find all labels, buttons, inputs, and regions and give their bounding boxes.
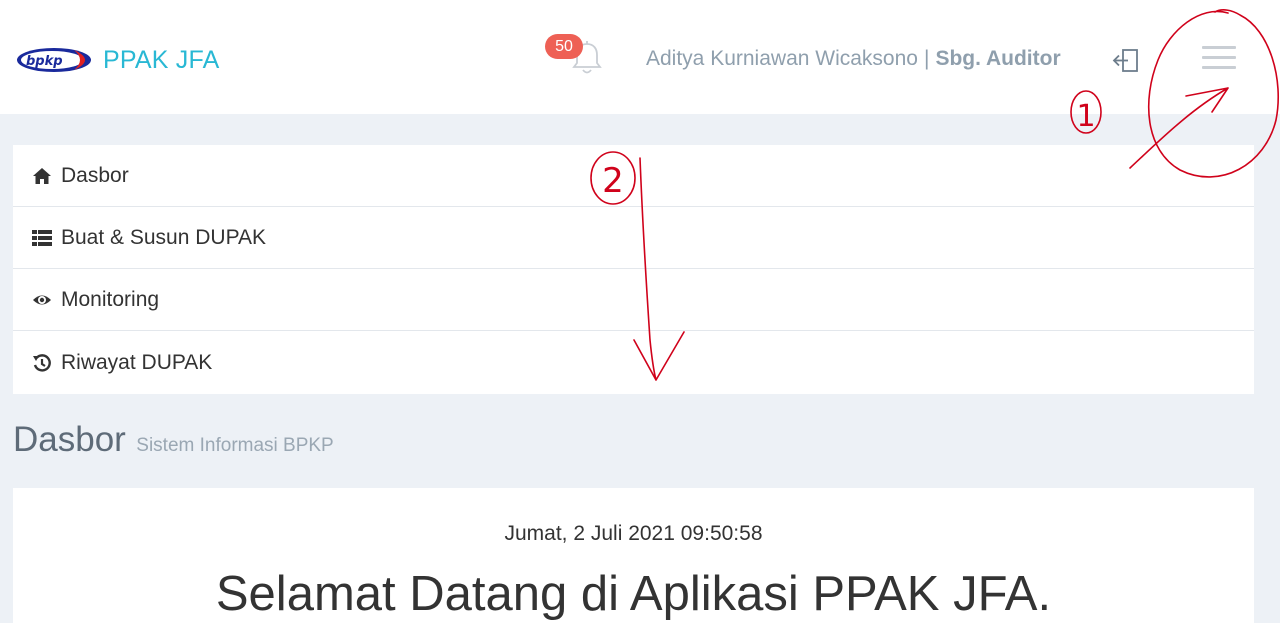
hamburger-bar: [1202, 66, 1236, 69]
logout-icon[interactable]: [1112, 48, 1140, 74]
brand[interactable]: bpkp PPAK JFA: [16, 40, 219, 80]
page-subtitle: Sistem Informasi BPKP: [136, 435, 334, 456]
app-name: PPAK JFA: [103, 45, 220, 74]
list-icon: [32, 229, 52, 246]
menu-item-monitoring[interactable]: Monitoring: [13, 269, 1254, 331]
menu-toggle-button[interactable]: [1200, 44, 1240, 72]
user-info: Aditya Kurniawan Wicaksono | Sbg. Auditor: [646, 47, 1061, 71]
menu-item-buat-susun-dupak[interactable]: Buat & Susun DUPAK: [13, 207, 1254, 269]
home-icon: [33, 167, 51, 184]
bpkp-logo: bpkp: [17, 48, 91, 72]
current-datetime: Jumat, 2 Juli 2021 09:50:58: [504, 522, 763, 545]
menu-item-riwayat-dupak[interactable]: Riwayat DUPAK: [13, 331, 1254, 394]
menu-item-label: Buat & Susun DUPAK: [61, 225, 267, 249]
nav-menu: Dasbor Buat & Susun DUPAK Monitoring Riw…: [13, 145, 1254, 394]
page-heading: Dasbor Sistem Informasi BPKP: [13, 420, 334, 460]
page-title: Dasbor: [13, 420, 126, 459]
notification-count-badge[interactable]: 50: [545, 34, 583, 59]
menu-item-label: Monitoring: [61, 287, 160, 311]
svg-text:bpkp: bpkp: [26, 54, 63, 69]
menu-item-dasbor[interactable]: Dasbor: [13, 145, 1254, 207]
eye-icon: [33, 295, 51, 304]
history-icon: [33, 353, 51, 372]
welcome-message: Selamat Datang di Aplikasi PPAK JFA.: [215, 567, 1052, 621]
user-role: Sbg. Auditor: [935, 47, 1061, 70]
user-name: Aditya Kurniawan Wicaksono: [646, 47, 918, 70]
hamburger-bar: [1202, 46, 1236, 49]
welcome-card: Jumat, 2 Juli 2021 09:50:58 Selamat Data…: [13, 488, 1254, 623]
user-separator: |: [923, 47, 930, 70]
hamburger-bar: [1202, 56, 1236, 59]
menu-item-label: Dasbor: [61, 163, 129, 187]
menu-item-label: Riwayat DUPAK: [61, 350, 213, 374]
top-navbar: bpkp PPAK JFA 50 Aditya Kurniawan Wicaks…: [0, 0, 1280, 114]
